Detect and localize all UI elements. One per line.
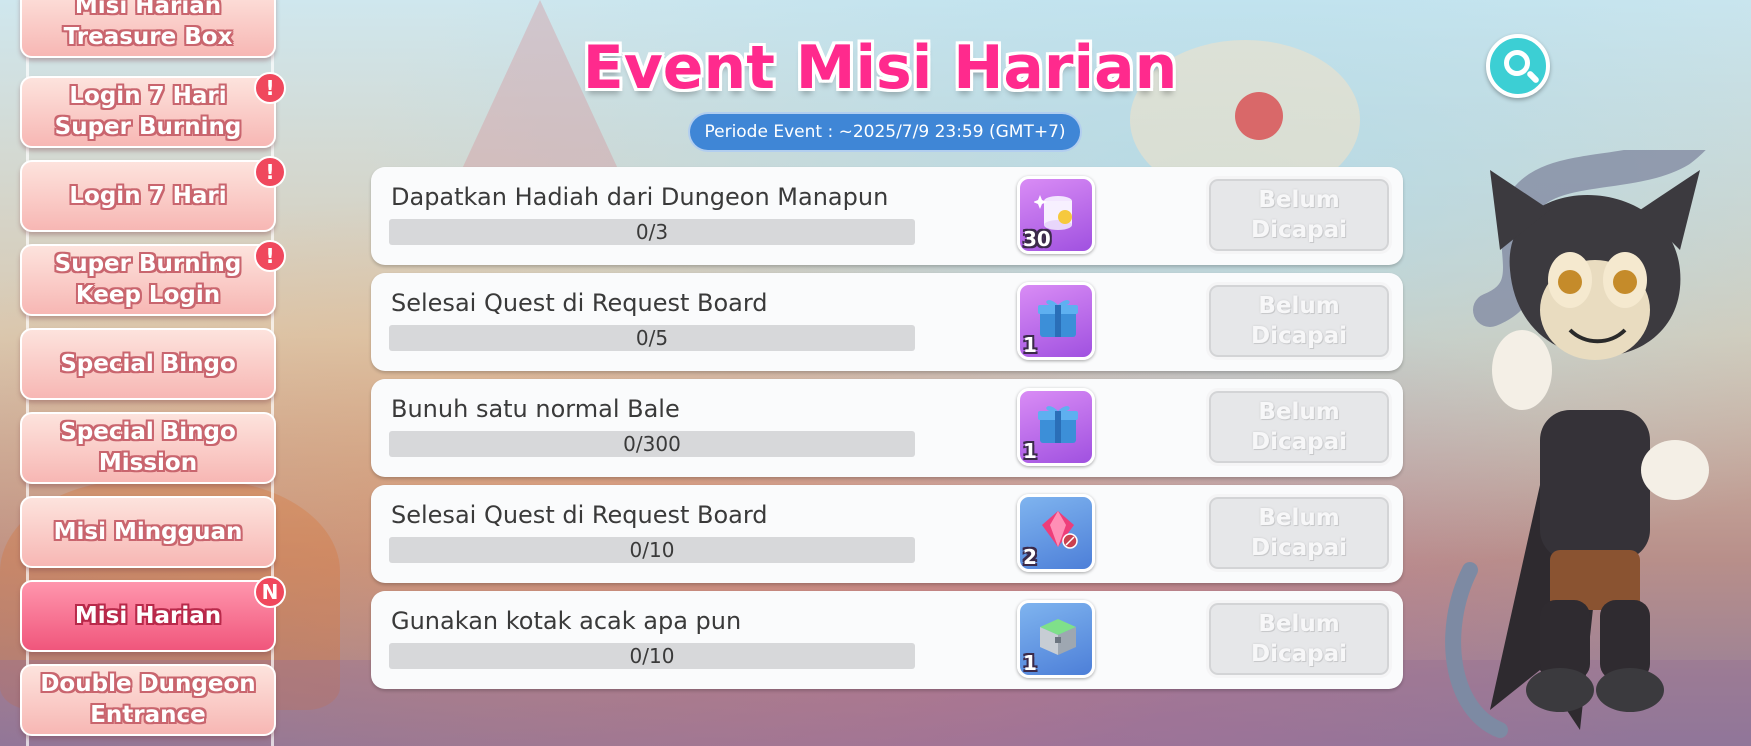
sidebar-item-label: Misi Harian [74, 602, 222, 629]
sidebar-item-special-bingo-mission[interactable]: Special Bingo Mission [20, 412, 276, 484]
mission-title: Gunakan kotak acak apa pun [391, 607, 742, 635]
progress-text: 0/10 [629, 644, 675, 668]
mission-row: Selesai Quest di Request Board 0/5 1 Bel… [371, 273, 1403, 371]
mission-row: Selesai Quest di Request Board 0/10 2 Be… [371, 485, 1403, 583]
sidebar-item-double-dungeon-entrance[interactable]: Double Dungeon Entrance [20, 664, 276, 736]
mission-title: Selesai Quest di Request Board [391, 289, 768, 317]
reward-item[interactable]: 30 [1017, 176, 1095, 254]
cat-mascot-character [1445, 150, 1709, 738]
reward-count: 1 [1023, 333, 1037, 357]
reward-item[interactable]: 1 [1017, 600, 1095, 678]
mission-row: Gunakan kotak acak apa pun 0/10 1 Belum … [371, 591, 1403, 689]
claim-status-button[interactable]: Belum Dicapai [1206, 176, 1392, 254]
sidebar-item-label: Double Dungeon Entrance [40, 671, 256, 728]
claim-status-button[interactable]: Belum Dicapai [1206, 600, 1392, 678]
sidebar-item-label: Special Bingo Mission [60, 419, 236, 476]
progress-bar: 0/3 [389, 219, 915, 245]
page-title: Event Misi Harian [582, 33, 1178, 103]
new-badge: N [254, 576, 286, 608]
claim-status-button[interactable]: Belum Dicapai [1206, 494, 1392, 572]
progress-bar: 0/5 [389, 325, 915, 351]
sidebar-item-label: Super Burning Keep Login [54, 251, 242, 308]
progress-text: 0/3 [635, 220, 669, 244]
event-period: Periode Event : ~2025/7/9 23:59 (GMT+7) [688, 112, 1082, 152]
sidebar-item-misi-harian[interactable]: Misi Harian N [20, 576, 286, 652]
mission-title: Dapatkan Hadiah dari Dungeon Manapun [391, 183, 889, 211]
sidebar-item-label: Special Bingo [60, 350, 236, 377]
sidebar-item-label: Login 7 Hari [69, 182, 227, 209]
blue-gift-box-icon [1038, 300, 1078, 337]
alert-badge: ! [254, 72, 286, 104]
claim-status-button[interactable]: Belum Dicapai [1206, 282, 1392, 360]
sidebar-item-login-7-super-burning[interactable]: Login 7 Hari Super Burning ! [20, 72, 286, 148]
sidebar-item-label: Misi Harian Treasure Box [63, 0, 233, 50]
sidebar-item-super-burning-keep-login[interactable]: Super Burning Keep Login ! [20, 240, 286, 316]
mission-title: Selesai Quest di Request Board [391, 501, 768, 529]
progress-bar: 0/300 [389, 431, 915, 457]
sidebar-item-misi-mingguan[interactable]: Misi Mingguan [20, 496, 276, 568]
mission-title: Bunuh satu normal Bale [391, 395, 680, 423]
reward-count: 2 [1023, 545, 1037, 569]
blue-gift-box-icon [1038, 406, 1078, 443]
claim-status-button[interactable]: Belum Dicapai [1206, 388, 1392, 466]
pink-gem-icon [1042, 511, 1078, 549]
progress-text: 0/10 [629, 538, 675, 562]
progress-text: 0/300 [623, 432, 681, 456]
reward-count: 30 [1023, 227, 1051, 251]
alert-badge: ! [254, 240, 286, 272]
reward-count: 1 [1023, 651, 1037, 675]
sidebar-item-special-bingo[interactable]: Special Bingo [20, 328, 276, 400]
background-clown-nose [1235, 92, 1283, 140]
green-chest-icon [1040, 619, 1076, 655]
reward-item[interactable]: 1 [1017, 388, 1095, 466]
progress-bar: 0/10 [389, 643, 915, 669]
sidebar-item-label: Misi Mingguan [53, 518, 243, 545]
sidebar-item-treasure-box[interactable]: Misi Harian Treasure Box [20, 0, 276, 58]
sidebar-item-login-7-hari[interactable]: Login 7 Hari ! [20, 156, 286, 232]
mission-row: Bunuh satu normal Bale 0/300 1 Belum Dic… [371, 379, 1403, 477]
progress-text: 0/5 [635, 326, 669, 350]
reward-count: 1 [1023, 439, 1037, 463]
mission-row: Dapatkan Hadiah dari Dungeon Manapun 0/3… [371, 167, 1403, 265]
reward-item[interactable]: 1 [1017, 282, 1095, 360]
reward-item[interactable]: 2 [1017, 494, 1095, 572]
sidebar-item-label: Login 7 Hari Super Burning [54, 83, 242, 140]
progress-bar: 0/10 [389, 537, 915, 563]
alert-badge: ! [254, 156, 286, 188]
search-button[interactable] [1486, 34, 1550, 98]
